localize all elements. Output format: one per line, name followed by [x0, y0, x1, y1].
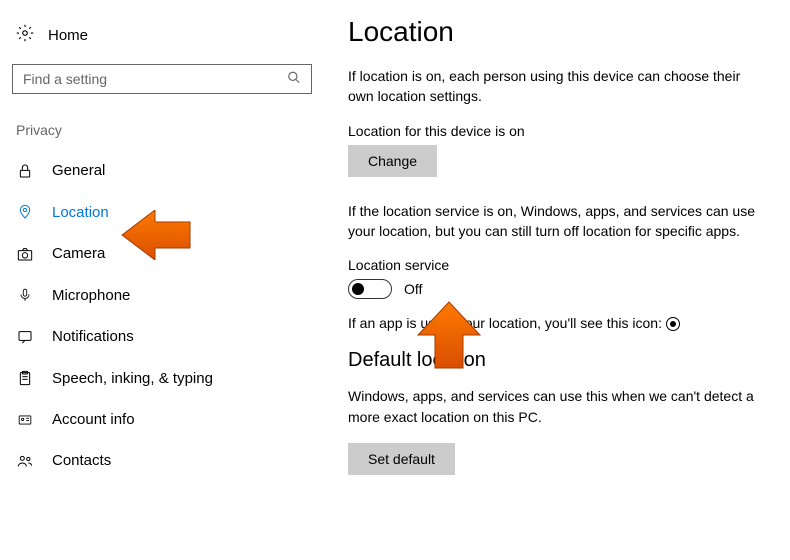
- location-intro-text: If location is on, each person using thi…: [348, 66, 762, 107]
- search-input-container[interactable]: [12, 64, 312, 94]
- sidebar-item-general[interactable]: General: [12, 150, 312, 191]
- section-header-privacy: Privacy: [12, 118, 312, 150]
- people-icon: [16, 453, 34, 469]
- sidebar-item-label: Contacts: [52, 452, 111, 469]
- device-location-status: Location for this device is on: [348, 123, 762, 139]
- sidebar-item-label: Speech, inking, & typing: [52, 370, 213, 387]
- search-input[interactable]: [23, 71, 301, 87]
- sidebar-item-notifications[interactable]: Notifications: [12, 316, 312, 357]
- sidebar-item-label: Notifications: [52, 328, 134, 345]
- sidebar-item-label: Camera: [52, 245, 105, 262]
- settings-content: Location If location is on, each person …: [320, 0, 790, 560]
- sidebar-item-label: Location: [52, 204, 109, 221]
- toggle-state-text: Off: [404, 281, 422, 297]
- page-title: Location: [348, 16, 762, 48]
- sidebar-item-contacts[interactable]: Contacts: [12, 440, 312, 481]
- location-in-use-text: If an app is using your location, you'll…: [348, 313, 762, 333]
- clipboard-icon: [16, 369, 34, 387]
- location-service-label: Location service: [348, 257, 762, 273]
- id-card-icon: [16, 413, 34, 427]
- sidebar-item-microphone[interactable]: Microphone: [12, 274, 312, 316]
- sidebar-item-label: General: [52, 162, 105, 179]
- sidebar-item-label: Account info: [52, 411, 135, 428]
- sidebar-item-location[interactable]: Location: [12, 191, 312, 233]
- change-button[interactable]: Change: [348, 145, 437, 177]
- home-label: Home: [48, 27, 88, 44]
- sidebar-item-label: Microphone: [52, 287, 130, 304]
- set-default-button[interactable]: Set default: [348, 443, 455, 475]
- location-service-desc: If the location service is on, Windows, …: [348, 201, 762, 242]
- location-in-use-icon: [666, 317, 680, 331]
- default-location-heading: Default location: [348, 349, 762, 372]
- search-icon: [287, 71, 301, 88]
- notifications-icon: [16, 329, 34, 345]
- gear-icon: [16, 24, 34, 46]
- microphone-icon: [16, 286, 34, 304]
- sidebar-item-speech[interactable]: Speech, inking, & typing: [12, 357, 312, 399]
- lock-icon: [16, 163, 34, 179]
- settings-sidebar: Home Privacy General Location Camera Mic: [0, 0, 320, 560]
- location-pin-icon: [16, 203, 34, 221]
- camera-icon: [16, 246, 34, 262]
- location-service-toggle[interactable]: [348, 279, 392, 299]
- sidebar-item-account[interactable]: Account info: [12, 399, 312, 440]
- sidebar-item-camera[interactable]: Camera: [12, 233, 312, 274]
- default-location-desc: Windows, apps, and services can use this…: [348, 386, 762, 427]
- home-nav[interactable]: Home: [12, 16, 312, 64]
